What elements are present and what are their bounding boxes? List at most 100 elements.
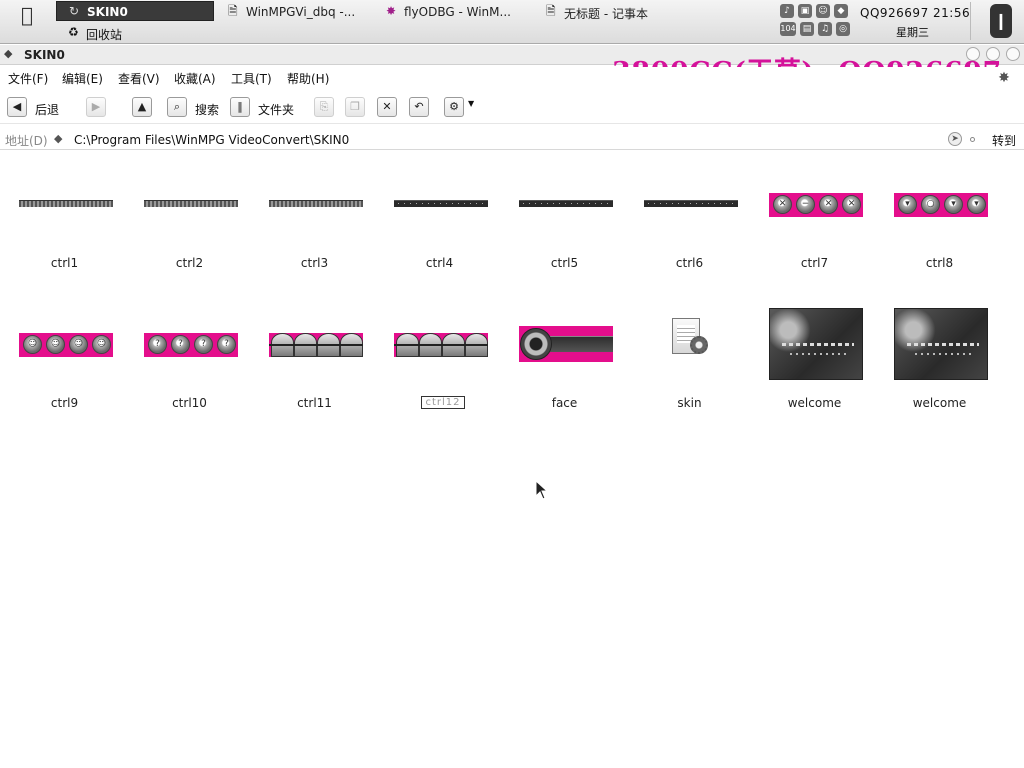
recycle-bin-icon: ♻	[68, 25, 79, 39]
menu-tools[interactable]: 工具(T)	[231, 70, 272, 87]
undo-icon: ↶	[409, 97, 429, 117]
file-item[interactable]: welcome	[877, 150, 1002, 410]
file-item[interactable]: ? ? ? ? ctrl10	[127, 290, 252, 420]
file-thumbnail	[144, 200, 238, 207]
menu-file[interactable]: 文件(F)	[8, 70, 48, 87]
quick-launch-icon[interactable]: ❙	[990, 4, 1012, 38]
task-label: 无标题 - 记事本	[564, 7, 648, 21]
back-button[interactable]: ◀ 后退	[7, 97, 65, 119]
file-thumbnail	[769, 308, 863, 380]
tray-counter[interactable]: 104	[780, 22, 796, 36]
file-thumbnail	[894, 308, 988, 380]
clock-time[interactable]: QQ926697 21:56	[860, 6, 970, 20]
face-dial-icon	[520, 328, 552, 360]
file-name-renaming[interactable]: ctrl12	[421, 396, 465, 409]
gear-icon	[690, 336, 708, 354]
file-view[interactable]: ctrl1 ctrl2 ctrl3 ctrl4 ctrl5 ctrl6 ✕ − …	[0, 150, 1024, 768]
mouse-cursor-icon	[535, 480, 549, 500]
throbber-icon: ✸	[998, 70, 1010, 86]
tray-globe-icon[interactable]: ◎	[836, 22, 850, 36]
forward-button[interactable]: ▶	[86, 97, 108, 119]
file-thumbnail: ? ? ? ?	[144, 333, 238, 357]
question-icon: ?	[171, 335, 190, 354]
apple-menu-icon[interactable]: 	[16, 4, 38, 26]
clock-weekday: 星期三	[896, 26, 929, 39]
address-bar: 地址(D) ◆ C:\Program Files\WinMPG VideoCon…	[0, 128, 1024, 150]
taskbar:  ↻ SKIN0 🗎 WinMPGVi_dbq -... ✸ flyODBG …	[0, 0, 1024, 44]
document-icon: 🗎	[228, 4, 238, 18]
menu-edit[interactable]: 编辑(E)	[62, 70, 103, 87]
smile-icon: ☺	[69, 335, 88, 354]
back-label: 后退	[35, 103, 60, 117]
task-label: flyODBG - WinM...	[404, 5, 511, 19]
gear-icon: ⚙	[444, 97, 464, 117]
task-flyodbg[interactable]: ✸ flyODBG - WinM...	[386, 2, 526, 22]
file-name: welcome	[912, 396, 967, 410]
chevron-down-icon: ▼	[468, 99, 475, 108]
notepad-icon: 🗎	[546, 4, 556, 18]
task-skin0[interactable]: ↻ SKIN0	[56, 1, 214, 21]
menu-favorites[interactable]: 收藏(A)	[174, 70, 216, 87]
go-button[interactable]: 转到	[992, 132, 1016, 149]
divider	[394, 344, 488, 346]
menu-view[interactable]: 查看(V)	[118, 70, 160, 87]
file-name: skin	[677, 396, 702, 410]
file-item[interactable]: ctrl2	[127, 150, 252, 280]
system-tray: ♪ ▣ ☺ ◆ 104 ▤ ♫ ◎	[780, 4, 854, 40]
tray-shield-icon[interactable]: ◆	[834, 4, 848, 18]
close-button[interactable]	[1006, 47, 1020, 61]
smile-icon: ☺	[92, 335, 111, 354]
file-item[interactable]: face	[502, 150, 627, 410]
folder-link-icon: ↻	[69, 4, 80, 18]
smile-icon: ☺	[23, 335, 42, 354]
menu-help[interactable]: 帮助(H)	[287, 70, 329, 87]
task-label: SKIN0	[87, 5, 128, 19]
tray-network-icon[interactable]: ▣	[798, 4, 812, 18]
undo-button[interactable]: ↶	[409, 97, 431, 119]
task-label: WinMPGVi_dbq -...	[246, 5, 356, 19]
toolbar: ◀ 后退 ▶ ▲ ⌕ 搜索 ‖ 文件夹 ⎘ ❐ ✕ ↶ ⚙ ▼	[0, 92, 1024, 124]
file-item[interactable]: welcome	[752, 150, 877, 410]
dropdown-dot-icon[interactable]	[970, 137, 975, 142]
tray-monitor-icon[interactable]: ▤	[800, 22, 814, 36]
file-name: ctrl1	[50, 256, 79, 270]
file-name: welcome	[787, 396, 842, 410]
tray-qq-icon[interactable]: ☺	[816, 4, 830, 18]
file-item[interactable]: ctrl11	[252, 150, 377, 410]
divider	[269, 344, 363, 346]
tray-volume-icon[interactable]: ♪	[780, 4, 794, 18]
delete-x-icon: ✕	[377, 97, 397, 117]
menu-bar: 文件(F) 编辑(E) 查看(V) 收藏(A) 工具(T) 帮助(H)	[0, 67, 1024, 87]
back-arrow-icon: ◀	[7, 97, 27, 117]
file-name: ctrl11	[297, 396, 332, 410]
up-button[interactable]: ▲	[132, 97, 154, 119]
search-button[interactable]: ⌕ 搜索	[167, 97, 223, 119]
thumb-line	[782, 343, 854, 346]
address-input[interactable]: C:\Program Files\WinMPG VideoConvert\SKI…	[74, 133, 349, 147]
delete-button[interactable]: ✕	[377, 97, 399, 119]
task-winmpg[interactable]: 🗎 WinMPGVi_dbq -...	[228, 2, 368, 22]
window-title: SKIN0	[24, 48, 65, 62]
go-icon[interactable]: ➤	[948, 132, 962, 146]
thumb-line	[790, 353, 846, 355]
folders-button[interactable]: ‖ 文件夹	[230, 97, 300, 119]
file-thumbnail	[519, 326, 613, 362]
config-file-icon	[664, 318, 714, 364]
move-to-button[interactable]: ⎘	[314, 97, 336, 119]
copy-to-button[interactable]: ❐	[345, 97, 367, 119]
task-notepad[interactable]: 🗎 无标题 - 记事本	[546, 2, 686, 22]
tray-speaker-icon[interactable]: ♫	[818, 22, 832, 36]
file-item[interactable]: ctrl1	[2, 150, 127, 280]
folders-icon: ‖	[230, 97, 250, 117]
file-thumbnail	[269, 333, 363, 357]
file-thumbnail	[394, 333, 488, 357]
thumb-line	[907, 343, 979, 346]
file-item[interactable]: ☺ ☺ ☺ ☺ ctrl9	[2, 290, 127, 420]
file-name: face	[551, 396, 578, 410]
file-item[interactable]: skin	[627, 150, 752, 410]
views-button[interactable]: ⚙ ▼	[444, 97, 478, 119]
file-item[interactable]: ctrl12	[377, 150, 502, 409]
move-to-icon: ⎘	[314, 97, 334, 117]
search-icon: ⌕	[167, 97, 187, 117]
file-name: ctrl10	[172, 396, 207, 410]
